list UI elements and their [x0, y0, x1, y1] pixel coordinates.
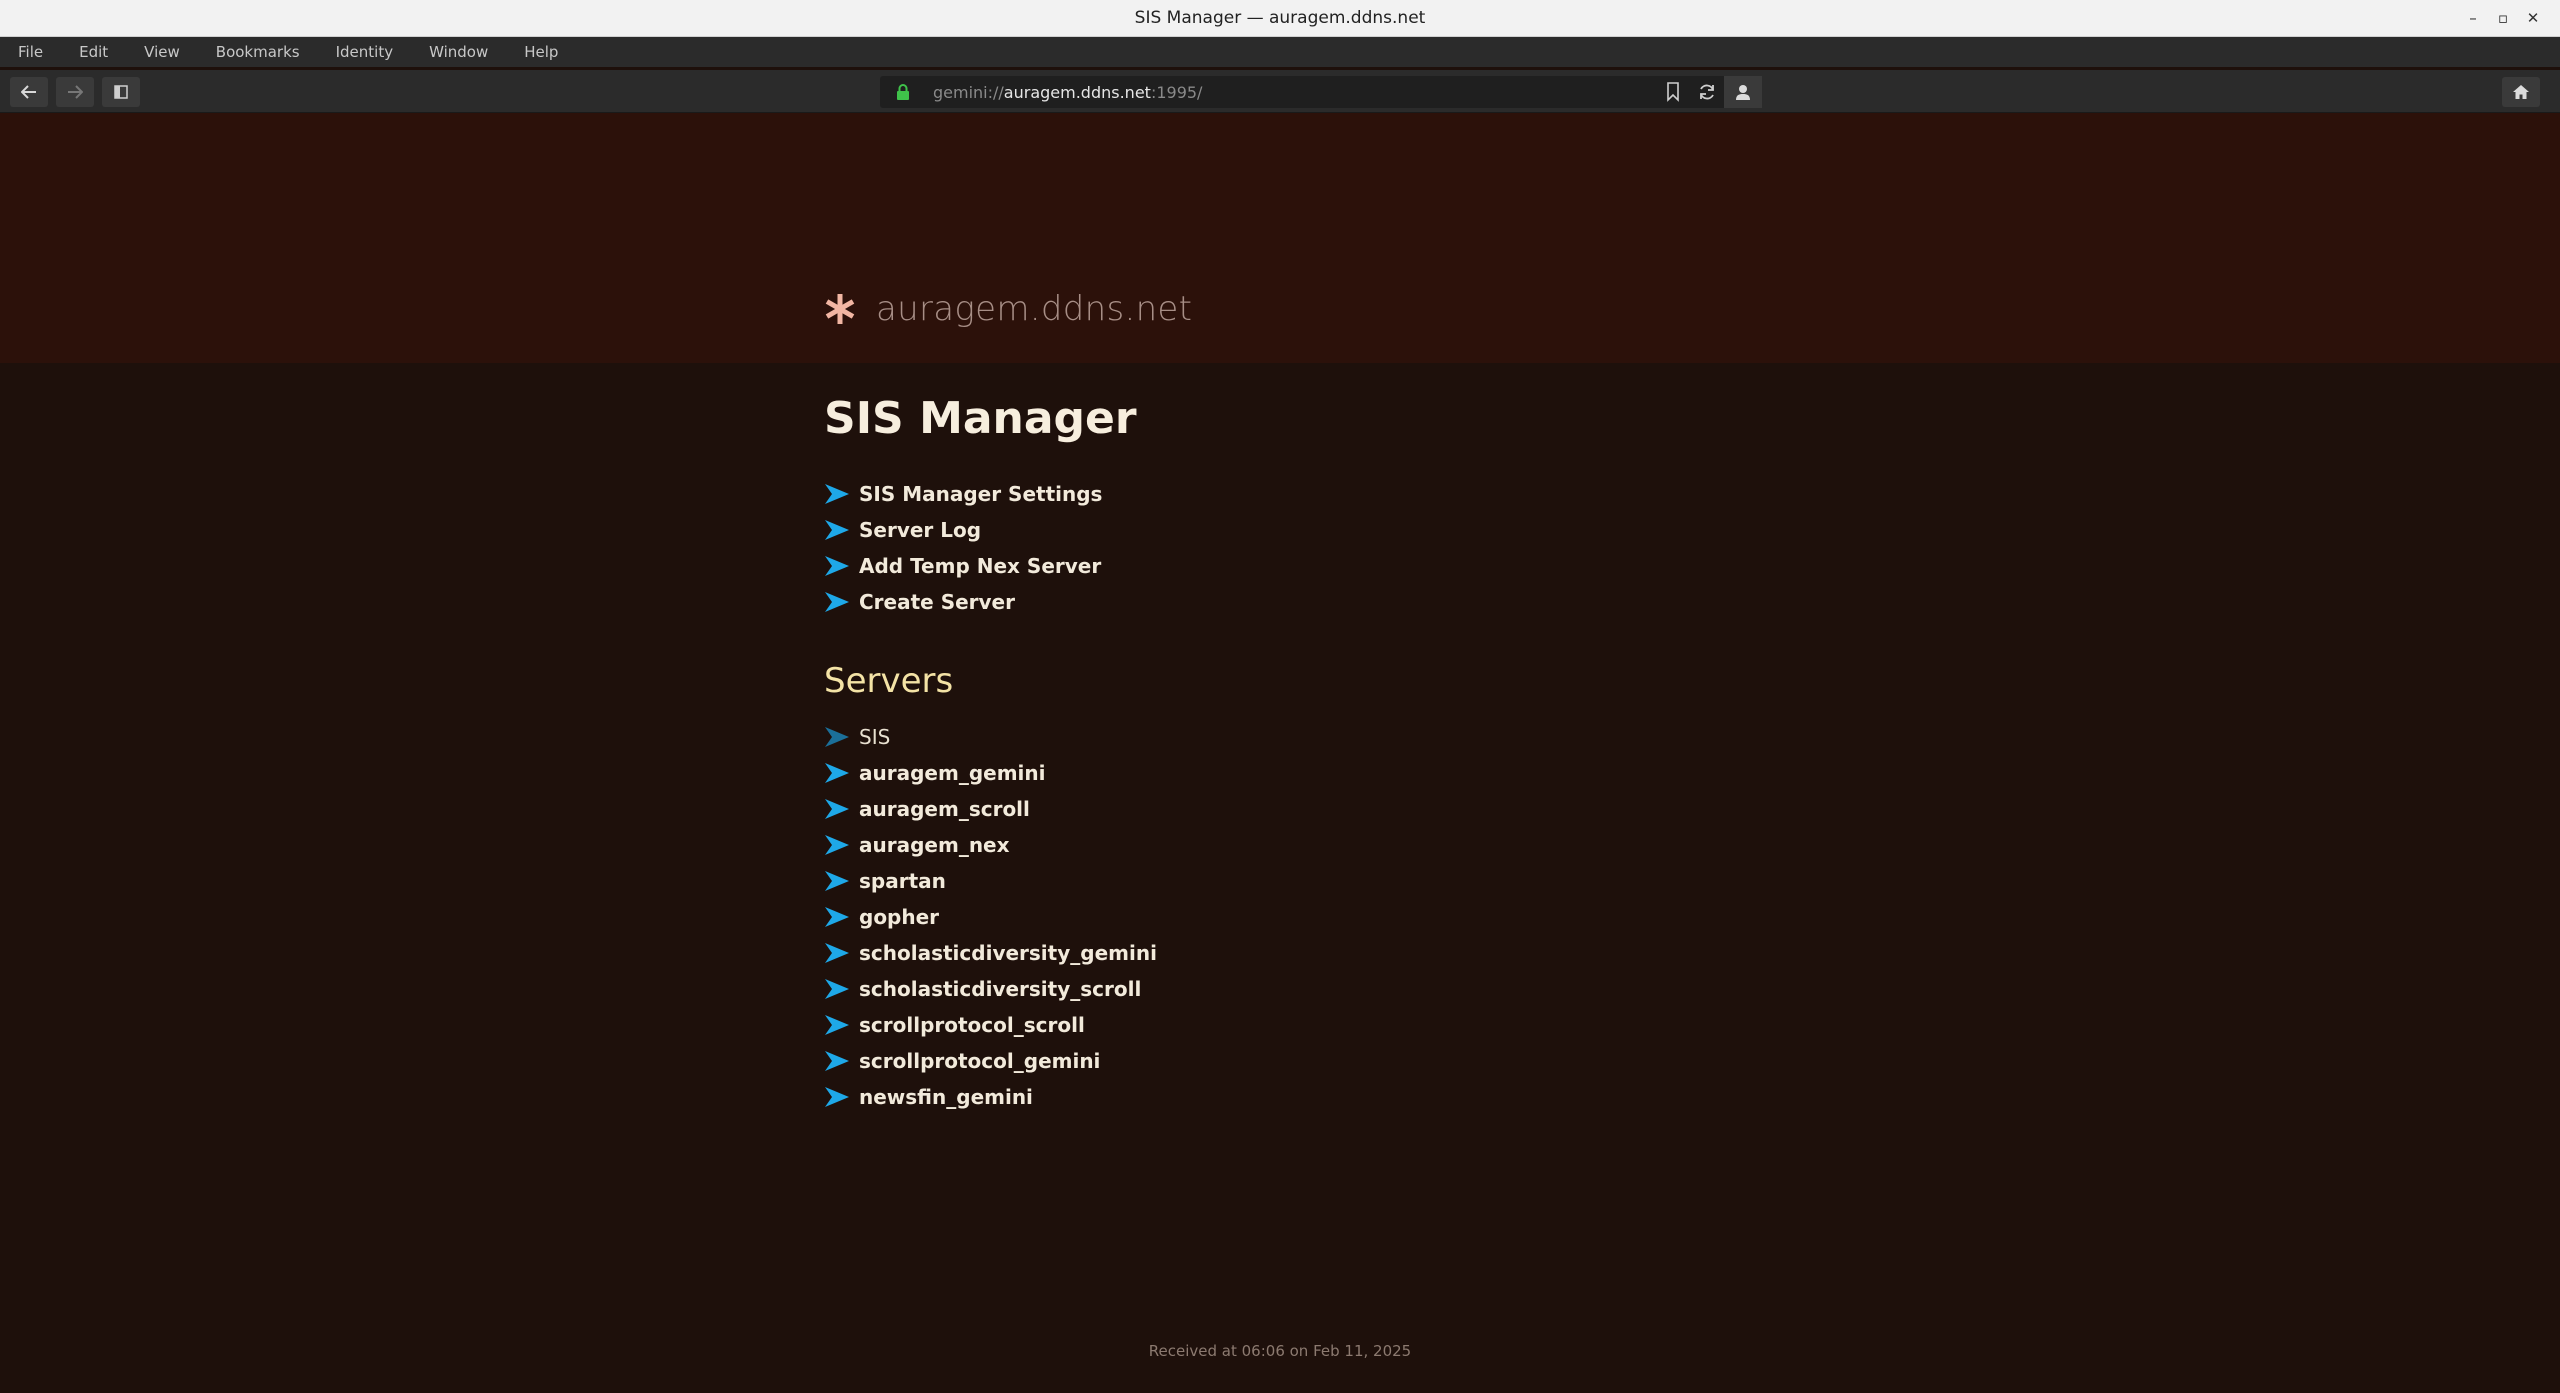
- server-link-sis[interactable]: SIS: [824, 719, 1157, 755]
- page-title: SIS Manager: [824, 393, 1137, 444]
- server-link-scrollprotocol-scroll[interactable]: scrollprotocol_scroll: [824, 1007, 1157, 1043]
- arrow-left-icon: [21, 85, 36, 99]
- sidebar-toggle-button[interactable]: [102, 77, 140, 107]
- server-link-scrollprotocol-gemini[interactable]: scrollprotocol_gemini: [824, 1043, 1157, 1079]
- menu-bookmarks[interactable]: Bookmarks: [198, 43, 318, 61]
- server-link-newsfin-gemini[interactable]: newsfin_gemini: [824, 1079, 1157, 1115]
- site-header: auragem.ddns.net: [824, 289, 1192, 329]
- link-add-temp-nex-server[interactable]: Add Temp Nex Server: [824, 548, 1102, 584]
- link-create-server[interactable]: Create Server: [824, 584, 1102, 620]
- navigation-toolbar: gemini://auragem.ddns.net:1995/: [0, 70, 2560, 113]
- servers-heading: Servers: [824, 661, 954, 701]
- person-icon: [1736, 85, 1750, 100]
- link-arrow-icon: [825, 835, 849, 855]
- server-link-scholasticdiversity-gemini[interactable]: scholasticdiversity_gemini: [824, 935, 1157, 971]
- reload-icon: [1700, 84, 1714, 100]
- menu-identity[interactable]: Identity: [318, 43, 412, 61]
- server-label: spartan: [859, 869, 946, 893]
- link-arrow-icon: [825, 520, 849, 540]
- arrow-right-icon: [68, 85, 83, 99]
- menu-file[interactable]: File: [0, 43, 61, 61]
- server-label: scholasticdiversity_gemini: [859, 941, 1157, 965]
- identity-button[interactable]: [1724, 76, 1762, 108]
- url-text[interactable]: gemini://auragem.ddns.net:1995/: [933, 83, 1202, 102]
- link-arrow-icon: [825, 799, 849, 819]
- url-port-path: :1995/: [1150, 83, 1203, 102]
- server-link-auragem-scroll[interactable]: auragem_scroll: [824, 791, 1157, 827]
- asterisk-icon: [825, 294, 855, 324]
- link-arrow-icon: [825, 484, 849, 504]
- server-label: gopher: [859, 905, 940, 929]
- window-title: SIS Manager — auragem.ddns.net: [1134, 8, 1426, 28]
- window-titlebar: SIS Manager — auragem.ddns.net – ▫ ✕: [0, 0, 2560, 37]
- link-arrow-icon: [825, 763, 849, 783]
- menu-edit[interactable]: Edit: [61, 43, 126, 61]
- server-link-spartan[interactable]: spartan: [824, 863, 1157, 899]
- url-scheme: gemini://: [933, 83, 1004, 102]
- server-link-scholasticdiversity-scroll[interactable]: scholasticdiversity_scroll: [824, 971, 1157, 1007]
- link-label: Server Log: [859, 518, 982, 542]
- menu-window[interactable]: Window: [411, 43, 506, 61]
- link-server-log[interactable]: Server Log: [824, 512, 1102, 548]
- link-arrow-icon: [825, 727, 849, 747]
- reload-button[interactable]: [1690, 76, 1724, 108]
- maximize-button[interactable]: ▫: [2488, 9, 2518, 27]
- server-label: newsfin_gemini: [859, 1085, 1033, 1109]
- bookmark-button[interactable]: [1656, 76, 1690, 108]
- server-link-gopher[interactable]: gopher: [824, 899, 1157, 935]
- site-name: auragem.ddns.net: [876, 289, 1193, 329]
- forward-button[interactable]: [56, 77, 94, 107]
- menu-view[interactable]: View: [126, 43, 198, 61]
- link-arrow-icon: [825, 907, 849, 927]
- site-banner: auragem.ddns.net: [0, 113, 2560, 363]
- link-arrow-icon: [825, 1087, 849, 1107]
- link-arrow-icon: [825, 1051, 849, 1071]
- action-links: SIS Manager Settings Server Log Add Temp…: [824, 476, 1102, 620]
- back-button[interactable]: [10, 77, 48, 107]
- server-links: SIS auragem_gemini auragem_scroll aurage…: [824, 719, 1157, 1115]
- server-label: scrollprotocol_scroll: [859, 1013, 1085, 1037]
- url-bar[interactable]: gemini://auragem.ddns.net:1995/: [880, 76, 1762, 108]
- server-label: scholasticdiversity_scroll: [859, 977, 1142, 1001]
- url-bar-actions: [1656, 76, 1762, 108]
- page-footer: Received at 06:06 on Feb 11, 2025: [1148, 1342, 1412, 1360]
- link-sis-manager-settings[interactable]: SIS Manager Settings: [824, 476, 1102, 512]
- link-label: SIS Manager Settings: [859, 482, 1103, 506]
- link-label: Create Server: [859, 590, 1015, 614]
- link-arrow-icon: [825, 979, 849, 999]
- url-host: auragem.ddns.net: [1003, 83, 1151, 102]
- link-label: Add Temp Nex Server: [859, 554, 1102, 578]
- link-arrow-icon: [825, 871, 849, 891]
- server-label: auragem_gemini: [859, 761, 1046, 785]
- link-arrow-icon: [825, 592, 849, 612]
- sidebar-toggle-icon: [114, 85, 128, 99]
- menu-help[interactable]: Help: [506, 43, 576, 61]
- home-icon: [2513, 85, 2529, 99]
- minimize-button[interactable]: –: [2458, 9, 2488, 27]
- server-label: SIS: [859, 725, 891, 749]
- link-arrow-icon: [825, 556, 849, 576]
- server-link-auragem-gemini[interactable]: auragem_gemini: [824, 755, 1157, 791]
- menu-bar: File Edit View Bookmarks Identity Window…: [0, 37, 2560, 67]
- lock-icon: [897, 84, 909, 100]
- window-controls: – ▫ ✕: [2458, 0, 2548, 36]
- home-button[interactable]: [2502, 77, 2540, 107]
- server-label: auragem_scroll: [859, 797, 1030, 821]
- server-label: auragem_nex: [859, 833, 1010, 857]
- link-arrow-icon: [825, 1015, 849, 1035]
- close-button[interactable]: ✕: [2518, 9, 2548, 27]
- server-link-auragem-nex[interactable]: auragem_nex: [824, 827, 1157, 863]
- server-label: scrollprotocol_gemini: [859, 1049, 1101, 1073]
- bookmark-icon: [1667, 82, 1679, 102]
- link-arrow-icon: [825, 943, 849, 963]
